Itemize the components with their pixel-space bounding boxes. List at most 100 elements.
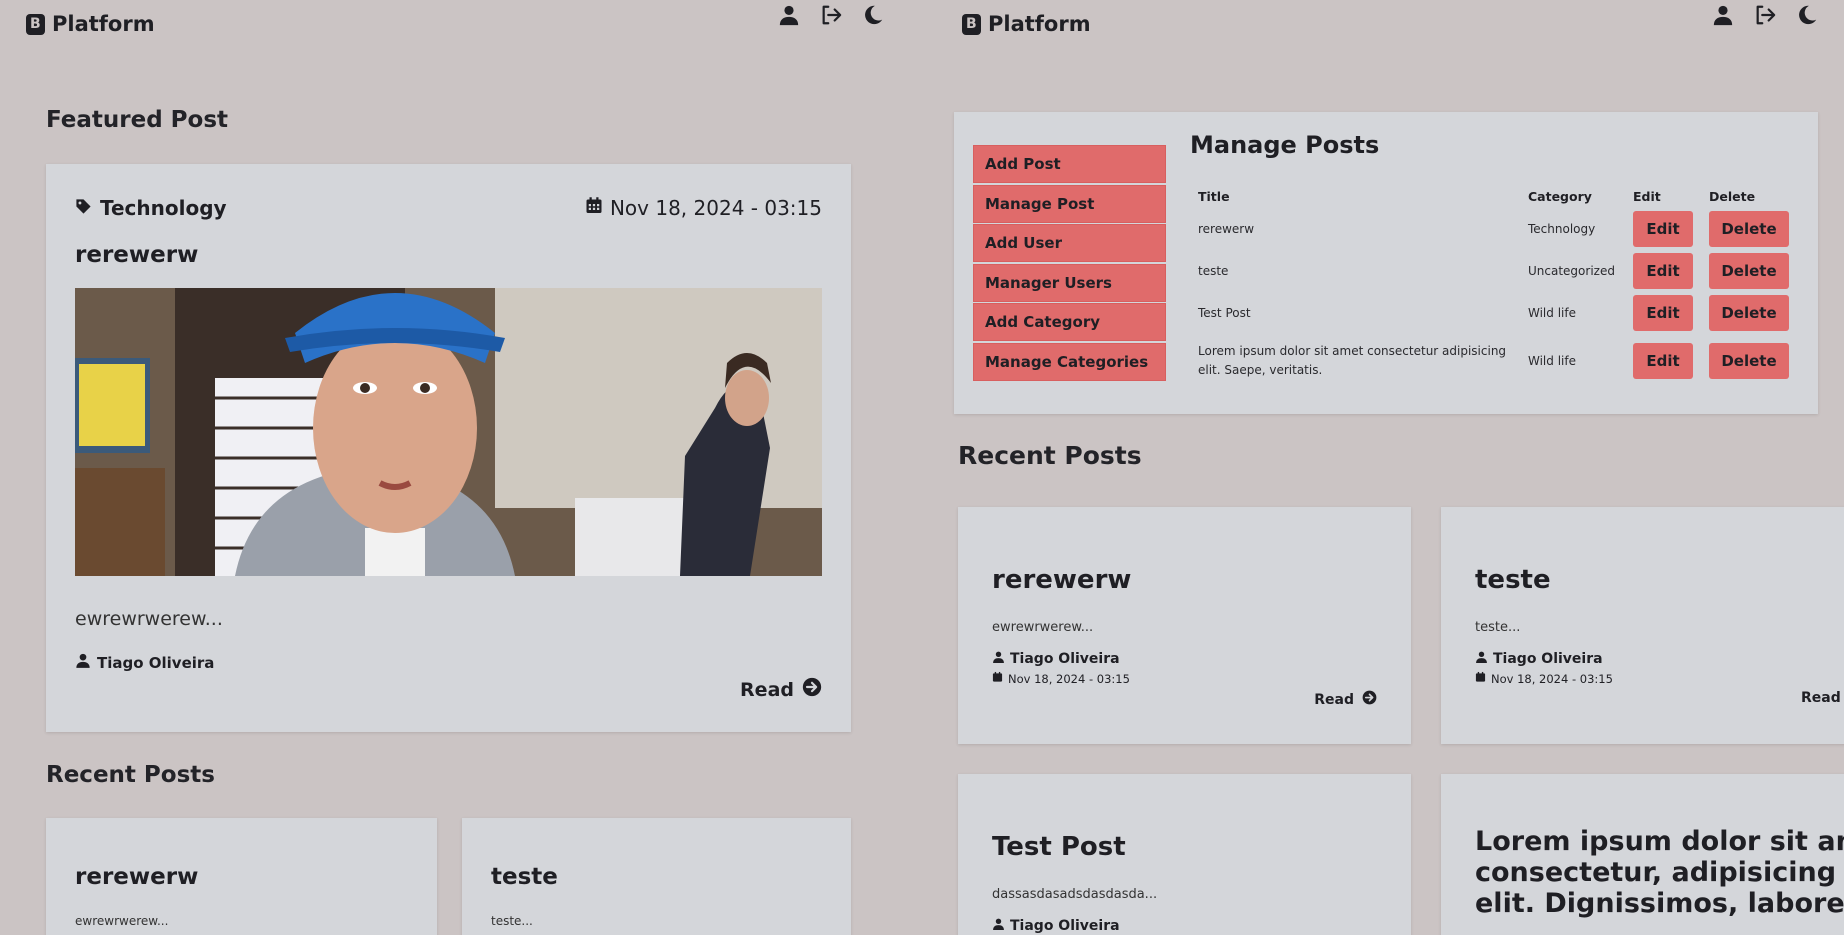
menu-manage-categories[interactable]: Manage Categories [973,342,1166,381]
category-label: Technology [100,196,227,220]
table-row: Test Post Wild life Edit Delete [1190,292,1802,334]
author-name: Tiago Oliveira [1010,918,1120,934]
post-date: Nov 18, 2024 - 03:15 [1475,671,1613,686]
delete-button[interactable]: Delete [1709,253,1789,289]
blog-icon [962,13,981,35]
user-icon [992,917,1005,935]
read-link[interactable]: Read [1314,690,1377,709]
post-title[interactable]: teste [1475,565,1551,595]
post-author: Tiago Oliveira [992,917,1120,935]
menu-manage-post[interactable]: Manage Post [973,184,1166,223]
posts-table: Title Category Edit Delete rerewerw Tech… [1190,184,1802,388]
column-edit: Edit [1633,188,1661,204]
read-label: Read [740,678,794,701]
author-name: Tiago Oliveira [97,653,215,672]
post-author: Tiago Oliveira [992,650,1120,668]
featured-post-card: Technology Nov 18, 2024 - 03:15 rerewerw [46,164,851,732]
post-excerpt: ewrewrwerew... [75,608,223,630]
date-label: Nov 18, 2024 - 03:15 [1491,671,1613,686]
column-delete: Delete [1709,188,1756,204]
arrow-circle-right-icon [1362,690,1377,709]
brand-name: Platform [988,12,1091,36]
user-icon [992,650,1005,668]
column-category: Category [1528,188,1592,204]
post-excerpt: teste... [491,914,533,928]
arrow-circle-right-icon [802,677,822,702]
menu-manage-users[interactable]: Manager Users [973,263,1166,302]
right-pane: Platform Add Post Manage Post Add User M… [935,0,1844,935]
post-title[interactable]: Lorem ipsum dolor sit amet consectetur, … [1475,826,1844,919]
table-row: teste Uncategorized Edit Delete [1190,250,1802,292]
post-excerpt: ewrewrwerew... [992,620,1094,635]
author-name: Tiago Oliveira [1010,651,1120,667]
admin-panel: Add Post Manage Post Add User Manager Us… [954,112,1818,414]
calendar-icon [1475,671,1486,686]
row-category: Wild life [1528,354,1576,368]
menu-add-post[interactable]: Add Post [973,145,1166,183]
nav-icons [1712,4,1818,26]
row-title: Lorem ipsum dolor sit amet consectetur a… [1198,344,1507,377]
read-label: Read [1801,690,1841,706]
post-date: Nov 18, 2024 - 03:15 [585,196,822,220]
menu-add-user[interactable]: Add User [973,224,1166,262]
date-label: Nov 18, 2024 - 03:15 [609,196,822,220]
edit-button[interactable]: Edit [1633,295,1693,331]
recent-post-card[interactable]: rerewerw ewrewrwerew... [46,818,437,935]
post-date: Nov 18, 2024 - 03:15 [992,671,1130,686]
post-author: Tiago Oliveira [1475,650,1603,668]
read-label: Read [1314,691,1354,708]
recent-post-card[interactable]: rerewerw ewrewrwerew... Tiago Oliveira N… [958,507,1411,744]
row-category: Technology [1528,222,1596,236]
logout-icon[interactable] [1754,4,1776,26]
user-icon[interactable] [778,4,800,26]
row-category: Uncategorized [1528,264,1615,278]
brand-link[interactable]: Platform [962,12,1091,36]
row-title: teste [1198,264,1229,278]
recent-post-card[interactable]: Lorem ipsum dolor sit amet consectetur, … [1441,774,1844,935]
row-category: Wild life [1528,306,1576,320]
recent-posts-heading: Recent Posts [958,441,1142,470]
user-icon [1475,650,1488,668]
manage-posts-title: Manage Posts [1190,131,1380,159]
edit-button[interactable]: Edit [1633,211,1693,247]
edit-button[interactable]: Edit [1633,343,1693,379]
post-title[interactable]: rerewerw [992,565,1131,595]
moon-icon[interactable] [1796,4,1818,26]
author-name: Tiago Oliveira [1493,651,1603,667]
menu-add-category[interactable]: Add Category [973,303,1166,341]
recent-post-card[interactable]: teste teste... [462,818,851,935]
admin-menu: Add Post Manage Post Add User Manager Us… [973,145,1166,382]
row-title: rerewerw [1198,222,1255,236]
nav-icons [778,4,884,26]
table-header-row: Title Category Edit Delete [1190,184,1802,208]
post-title[interactable]: rerewerw [75,242,198,268]
user-icon[interactable] [1712,4,1734,26]
read-link[interactable]: Read [1801,690,1841,706]
calendar-icon [585,196,603,220]
post-title[interactable]: Test Post [992,832,1126,862]
brand-link[interactable]: Platform [26,12,155,36]
edit-button[interactable]: Edit [1633,253,1693,289]
blog-icon [26,13,45,35]
post-excerpt: ewrewrwerew... [75,914,169,928]
column-title: Title [1198,188,1230,204]
moon-icon[interactable] [862,4,884,26]
delete-button[interactable]: Delete [1709,343,1789,379]
delete-button[interactable]: Delete [1709,211,1789,247]
recent-posts-heading: Recent Posts [46,762,215,788]
read-link[interactable]: Read [740,677,822,702]
featured-heading: Featured Post [46,107,229,133]
table-row: rerewerw Technology Edit Delete [1190,208,1802,250]
post-excerpt: teste... [1475,620,1521,635]
tag-icon [75,196,92,220]
table-row: Lorem ipsum dolor sit amet consectetur a… [1190,334,1802,388]
row-title: Test Post [1198,306,1251,320]
post-title[interactable]: teste [491,864,558,890]
post-title[interactable]: rerewerw [75,864,198,890]
logout-icon[interactable] [820,4,842,26]
delete-button[interactable]: Delete [1709,295,1789,331]
recent-post-card[interactable]: Test Post dassasdasadsdasdasda... Tiago … [958,774,1411,935]
brand-name: Platform [52,12,155,36]
post-category[interactable]: Technology [75,196,227,220]
recent-post-card[interactable]: teste teste... Tiago Oliveira Nov 18, 20… [1441,507,1844,744]
